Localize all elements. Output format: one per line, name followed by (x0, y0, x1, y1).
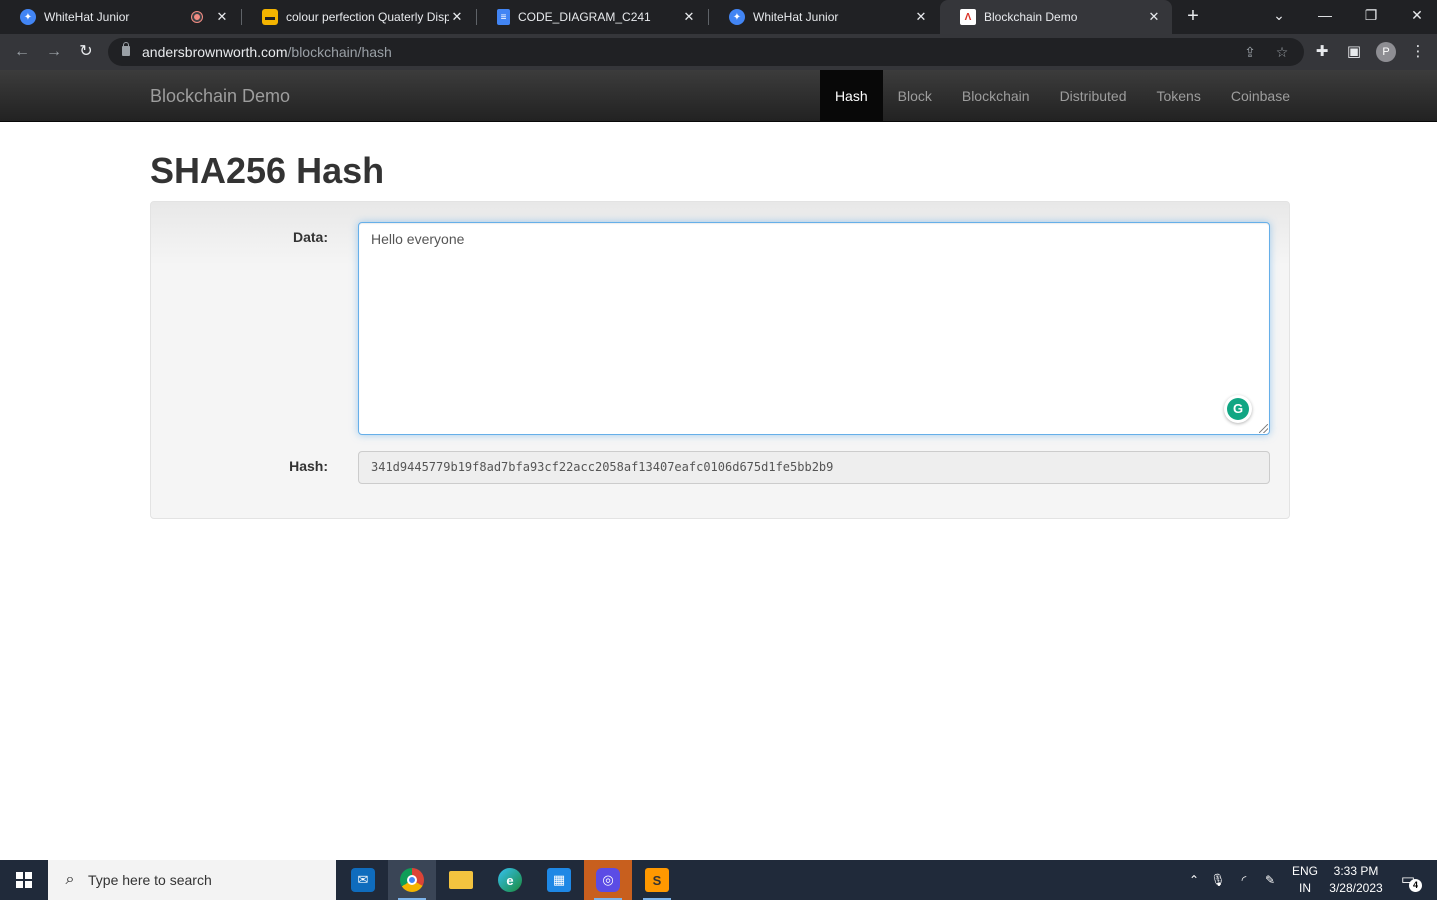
close-tab-icon[interactable]: ✕ (681, 9, 697, 25)
grammarly-icon[interactable]: G (1224, 395, 1252, 423)
site-brand[interactable]: Blockchain Demo (150, 86, 290, 107)
nav-block[interactable]: Block (883, 70, 947, 121)
new-tab-icon[interactable]: + (1182, 5, 1204, 27)
resize-handle-icon[interactable] (1259, 424, 1268, 433)
pen-icon[interactable]: ✎ (1260, 860, 1280, 900)
tab-title: colour perfection Quaterly Disp (286, 10, 449, 24)
extensions-puzzle-icon[interactable]: ✚ (1311, 41, 1333, 63)
browser-tab-active[interactable]: Λ Blockchain Demo ✕ (940, 0, 1172, 34)
close-tab-icon[interactable]: ✕ (913, 9, 929, 25)
browser-tab[interactable]: ≡ CODE_DIAGRAM_C241 ✕ (477, 0, 707, 34)
whitehat-favicon-icon: ✦ (729, 9, 745, 25)
data-textarea[interactable]: Hello everyone (358, 222, 1270, 435)
address-bar[interactable]: andersbrownworth.com/blockchain/hash ⇪ ☆ (108, 38, 1304, 66)
minimize-icon[interactable]: — (1302, 0, 1348, 30)
windows-logo-icon (16, 872, 32, 888)
hash-output: 341d9445779b19f8ad7bfa93cf22acc2058af134… (358, 451, 1270, 484)
show-hidden-icons-icon[interactable]: ⌃ (1184, 860, 1204, 900)
reload-icon[interactable]: ↻ (74, 40, 98, 64)
data-label: Data: (292, 229, 328, 245)
chrome-icon (400, 868, 424, 892)
nav-hash[interactable]: Hash (819, 70, 883, 121)
chrome-app[interactable] (388, 860, 436, 900)
tab-title: WhiteHat Junior (753, 10, 839, 24)
site-navbar: Blockchain Demo Hash Block Blockchain Di… (0, 70, 1437, 122)
browser-tab[interactable]: ✦ WhiteHat Junior ✕ (0, 0, 240, 34)
forward-icon[interactable]: → (42, 40, 66, 64)
clock-time: 3:33 PM (1333, 864, 1379, 878)
slides-favicon-icon: ▬ (262, 9, 278, 25)
windows-taskbar: ⌕ Type here to search ✉ e ▦ ◎ S ⌃ 🎙 ◜ ✎ … (0, 860, 1437, 900)
back-icon[interactable]: ← (10, 40, 34, 64)
app-icon: ◎ (596, 868, 620, 892)
tab-title: WhiteHat Junior (44, 10, 130, 24)
edge-app[interactable]: e (486, 860, 534, 900)
sublime-app[interactable]: S (633, 860, 681, 900)
browser-tab-strip: ✦ WhiteHat Junior ✕ ▬ colour perfection … (0, 0, 1437, 34)
region-code: IN (1299, 881, 1311, 895)
browser-toolbar: ← → ↻ andersbrownworth.com/blockchain/ha… (0, 34, 1437, 70)
nav-tokens[interactable]: Tokens (1141, 70, 1215, 121)
page-title: SHA256 Hash (150, 150, 385, 191)
close-tab-icon[interactable]: ✕ (214, 9, 230, 25)
tab-title: Blockchain Demo (984, 10, 1078, 24)
store-icon: ▦ (547, 868, 571, 892)
browser-tab[interactable]: ▬ colour perfection Quaterly Disp ✕ (242, 0, 475, 34)
tab-title: CODE_DIAGRAM_C241 (518, 10, 651, 24)
hash-form: Data: Hello everyone G Hash: 341d9445779… (150, 201, 1290, 519)
restore-icon[interactable]: ❐ (1348, 0, 1394, 30)
close-tab-icon[interactable]: ✕ (1146, 9, 1162, 25)
sublime-icon: S (645, 868, 669, 892)
nav-coinbase[interactable]: Coinbase (1216, 70, 1305, 121)
store-app[interactable]: ▦ (535, 860, 583, 900)
share-icon[interactable]: ⇪ (1240, 42, 1260, 62)
start-button[interactable] (0, 860, 48, 900)
site-nav: Hash Block Blockchain Distributed Tokens… (819, 70, 1305, 121)
profile-avatar[interactable]: P (1376, 42, 1396, 62)
search-icon: ⌕ (65, 871, 75, 888)
clock[interactable]: 3:33 PM 3/28/2023 (1322, 863, 1390, 897)
notification-count: 4 (1409, 879, 1422, 892)
microphone-icon[interactable]: 🎙 (1208, 860, 1228, 900)
nav-distributed[interactable]: Distributed (1045, 70, 1142, 121)
close-tab-icon[interactable]: ✕ (449, 9, 465, 25)
notification-icon[interactable]: ▭ 4 (1398, 870, 1422, 892)
mail-app[interactable]: ✉ (339, 860, 387, 900)
mail-icon: ✉ (351, 868, 375, 892)
clock-date: 3/28/2023 (1329, 881, 1383, 895)
file-explorer-app[interactable] (437, 860, 485, 900)
side-panel-icon[interactable]: ▣ (1343, 41, 1365, 63)
language-code: ENG (1291, 864, 1318, 878)
lock-icon (122, 42, 130, 56)
nav-blockchain[interactable]: Blockchain (947, 70, 1045, 121)
language-indicator[interactable]: ENG IN (1288, 863, 1322, 897)
menu-kebab-icon[interactable]: ⋮ (1407, 41, 1429, 63)
browser-tab[interactable]: ✦ WhiteHat Junior ✕ (709, 0, 939, 34)
purple-app[interactable]: ◎ (584, 860, 632, 900)
recording-indicator-icon (192, 12, 202, 22)
blockchain-demo-favicon-icon: Λ (960, 9, 976, 25)
tab-search-chevron-icon[interactable]: ⌄ (1256, 0, 1302, 30)
url-text: andersbrownworth.com/blockchain/hash (142, 44, 392, 60)
edge-icon: e (498, 868, 522, 892)
taskbar-search[interactable]: ⌕ Type here to search (48, 860, 336, 900)
search-placeholder: Type here to search (88, 872, 212, 888)
folder-icon (449, 871, 473, 889)
whitehat-favicon-icon: ✦ (20, 9, 36, 25)
close-window-icon[interactable]: ✕ (1394, 0, 1437, 30)
hash-label: Hash: (289, 458, 328, 474)
docs-favicon-icon: ≡ (497, 9, 510, 25)
wifi-icon[interactable]: ◜ (1234, 860, 1254, 900)
bookmark-star-icon[interactable]: ☆ (1272, 42, 1292, 62)
